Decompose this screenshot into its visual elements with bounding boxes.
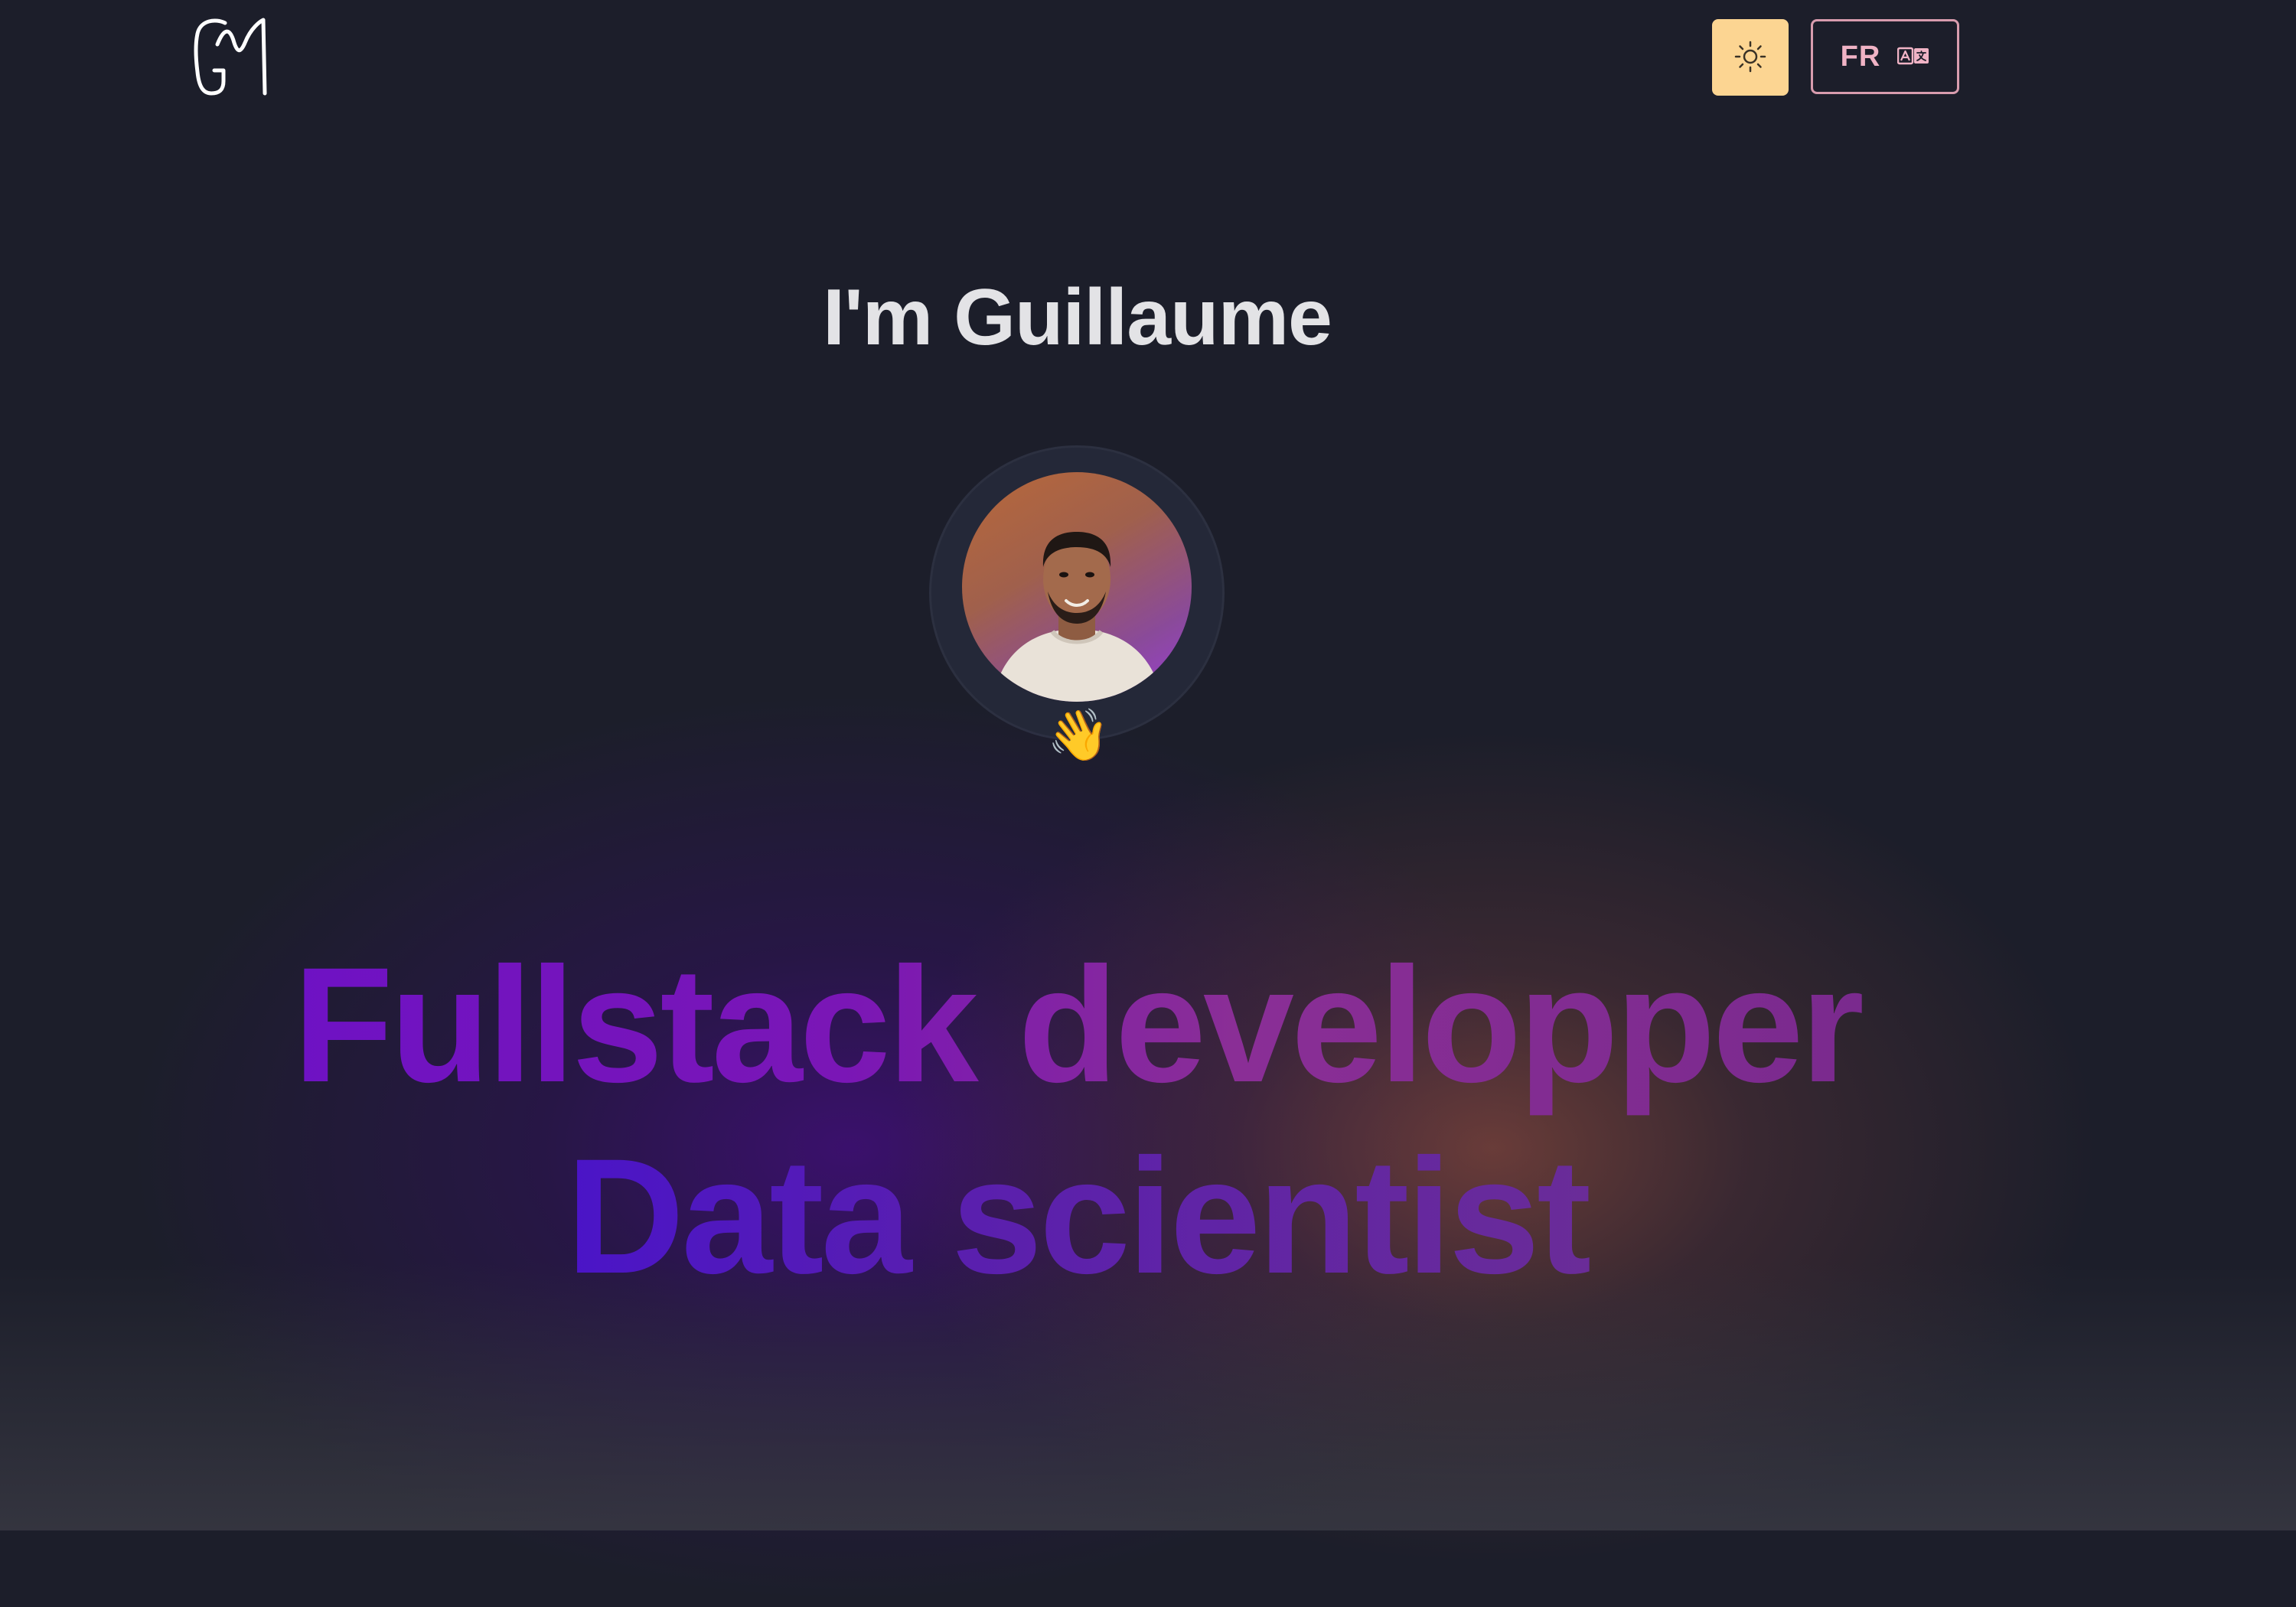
tagline-line-1: Fullstack developper [0,930,2154,1121]
profile-photo-icon [993,532,1163,702]
gm-logo-icon[interactable] [190,17,274,99]
waving-hand-emoji: 👋 [1047,706,1110,763]
site-header: FR [0,0,2296,115]
theme-toggle-button[interactable] [1712,19,1789,96]
greeting-heading: I'm Guillaume [823,273,1332,362]
language-switch-button[interactable]: FR [1811,19,1959,94]
translate-icon [1897,46,1929,68]
avatar [962,472,1192,702]
sun-icon [1733,40,1767,76]
language-label: FR [1840,40,1881,73]
tagline-fullstack-developer: Fullstack developper [285,930,1869,1121]
tagline-data-scientist: Data scientist [559,1121,1596,1312]
tagline-line-2: Data scientist [0,1121,2154,1312]
